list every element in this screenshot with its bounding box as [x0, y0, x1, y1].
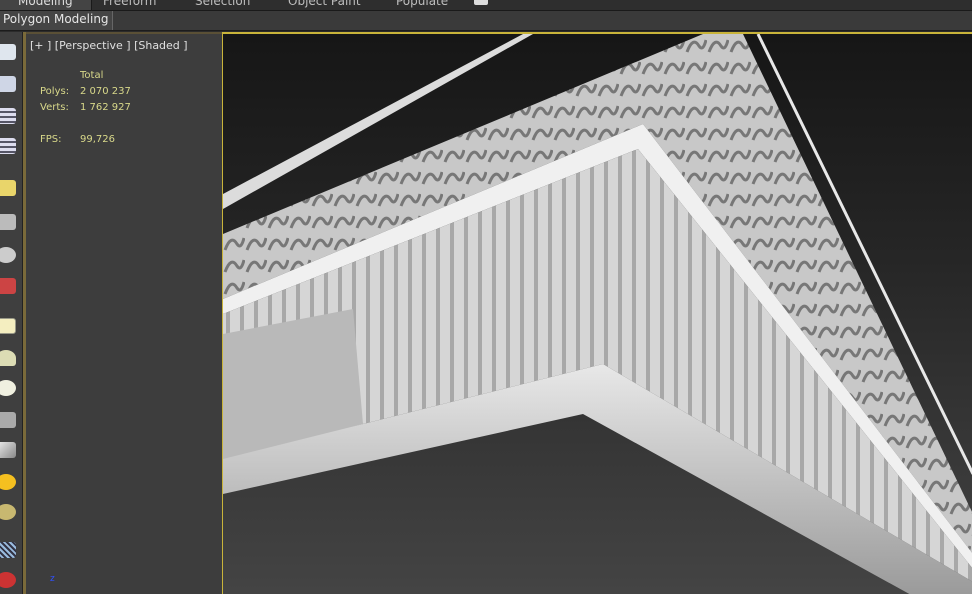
- axis-gizmo: z: [50, 574, 55, 584]
- verts-value: 1 762 927: [80, 102, 131, 113]
- camera-icon[interactable]: [0, 214, 16, 230]
- bone-icon[interactable]: [0, 572, 16, 588]
- fps-label: FPS:: [40, 134, 62, 145]
- ribbon-options-icon[interactable]: [474, 0, 488, 5]
- polys-label: Polys:: [40, 86, 70, 97]
- sphere-gold-icon[interactable]: [0, 504, 16, 520]
- stats-header: Total: [80, 70, 104, 81]
- ribbon-tabs: Modeling Freeform Selection Object Paint…: [0, 0, 972, 11]
- table-icon[interactable]: [0, 138, 16, 154]
- teapot-icon[interactable]: [0, 44, 16, 60]
- plane-icon[interactable]: [0, 318, 16, 334]
- sun-icon[interactable]: [0, 474, 16, 490]
- tab-object-paint[interactable]: Object Paint: [288, 0, 361, 8]
- cone-icon[interactable]: [0, 442, 16, 458]
- left-viewport[interactable]: [+ ] [Perspective ] [Shaded ] Total Poly…: [26, 32, 222, 594]
- grid-icon[interactable]: [0, 542, 16, 558]
- command-toolbar: [0, 32, 23, 594]
- tab-populate[interactable]: Populate: [396, 0, 448, 8]
- light-icon[interactable]: [0, 180, 16, 196]
- viewport-label[interactable]: [+ ] [Perspective ] [Shaded ]: [30, 39, 188, 52]
- axis-z-label: z: [50, 574, 55, 584]
- render-frame-icon[interactable]: [0, 76, 16, 92]
- teapot-wire-icon[interactable]: [0, 412, 16, 428]
- cornice-render: [223, 34, 972, 594]
- layer-list-icon[interactable]: [0, 108, 16, 124]
- polygon-modeling-tab[interactable]: Polygon Modeling: [0, 11, 113, 30]
- dome-icon[interactable]: [0, 350, 16, 366]
- polys-value: 2 070 237: [80, 86, 131, 97]
- tab-modeling[interactable]: Modeling: [0, 0, 92, 10]
- panel-bar: Polygon Modeling: [0, 11, 972, 31]
- perspective-viewport[interactable]: [222, 32, 972, 594]
- sphere-icon[interactable]: [0, 247, 16, 263]
- sphere-white-icon[interactable]: [0, 380, 16, 396]
- link-icon[interactable]: [0, 278, 16, 294]
- fps-value: 99,726: [80, 134, 115, 145]
- tab-freeform[interactable]: Freeform: [103, 0, 156, 8]
- verts-label: Verts:: [40, 102, 69, 113]
- tab-selection[interactable]: Selection: [195, 0, 250, 8]
